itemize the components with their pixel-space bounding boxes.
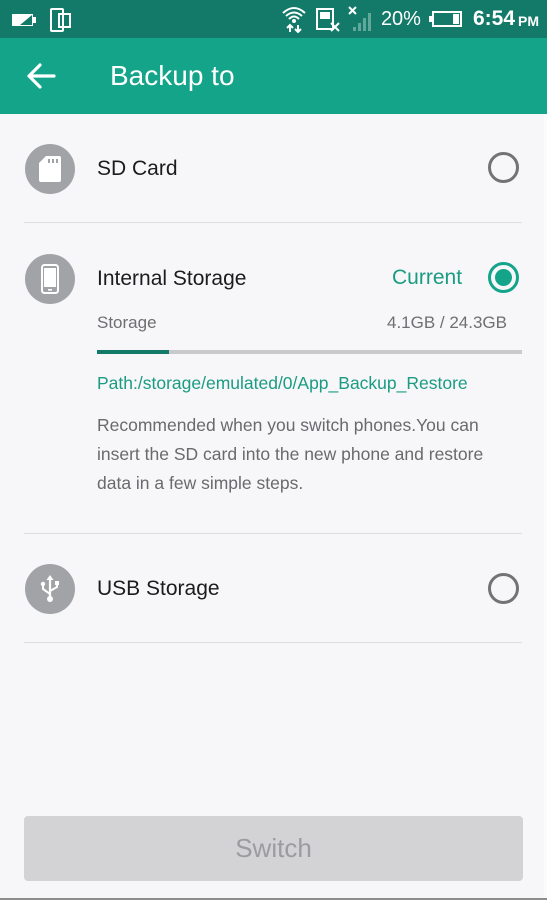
signal-no-service-icon bbox=[348, 6, 371, 31]
clock-time: 6:54 bbox=[472, 7, 515, 30]
current-badge: Current bbox=[392, 266, 463, 289]
arrow-left-icon bbox=[27, 63, 56, 89]
sd-card-icon-badge bbox=[25, 144, 75, 194]
switch-button[interactable]: Switch bbox=[24, 816, 523, 881]
storage-usage-value: 4.1GB / 24.3GB bbox=[386, 313, 507, 332]
internal-storage-radio[interactable] bbox=[488, 262, 519, 293]
option-label: Internal Storage bbox=[97, 267, 247, 290]
storage-label: Storage bbox=[97, 313, 157, 332]
storage-progress-fill bbox=[97, 350, 169, 354]
wifi-data-icon bbox=[282, 7, 306, 33]
app-bar: Backup to bbox=[0, 38, 547, 114]
sd-card-radio[interactable] bbox=[488, 152, 519, 183]
battery-saver-icon bbox=[12, 14, 36, 26]
phone-icon bbox=[41, 264, 59, 294]
usb-storage-radio[interactable] bbox=[488, 573, 519, 604]
back-button[interactable] bbox=[24, 58, 60, 94]
option-description: Recommended when you switch phones.You c… bbox=[97, 415, 484, 493]
backup-path: Path:/storage/emulated/0/App_Backup_Rest… bbox=[97, 373, 468, 393]
battery-icon bbox=[428, 11, 462, 27]
status-bar: 20% 6:54 PM bbox=[0, 0, 547, 38]
option-label: USB Storage bbox=[97, 577, 220, 600]
sd-card-icon bbox=[39, 156, 61, 182]
option-label: SD Card bbox=[97, 157, 178, 180]
sim-missing-icon bbox=[315, 8, 340, 32]
usb-icon-badge bbox=[25, 564, 75, 614]
option-usb-storage[interactable]: USB Storage bbox=[0, 534, 547, 642]
divider bbox=[24, 642, 522, 643]
usb-icon bbox=[40, 575, 59, 602]
device-icon bbox=[50, 8, 71, 32]
battery-percent: 20% bbox=[380, 7, 421, 30]
option-sd-card[interactable]: SD Card bbox=[0, 114, 547, 222]
phone-icon-badge bbox=[25, 254, 75, 304]
page-title: Backup to bbox=[110, 60, 235, 91]
storage-progress-bar bbox=[97, 350, 522, 354]
clock-ampm: PM bbox=[518, 13, 539, 29]
